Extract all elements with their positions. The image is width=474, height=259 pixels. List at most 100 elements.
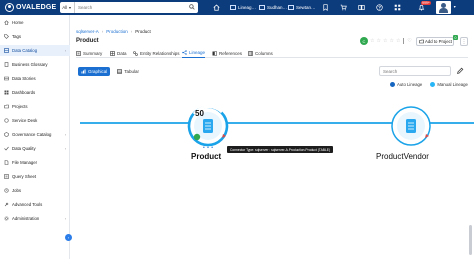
chevron-right-icon: ›	[64, 146, 66, 151]
sidebar-item-data-stories[interactable]: Data Stories	[0, 73, 70, 84]
star-icon[interactable]: ☆	[376, 38, 380, 44]
sidebar-item-label: Advanced Tools	[12, 202, 43, 207]
node-label-productvendor: ProductVendor	[376, 152, 429, 161]
tab-data[interactable]: Data	[110, 48, 127, 58]
certified-icon[interactable]: C	[360, 37, 368, 45]
open-tab-label: Sudhan…	[267, 5, 288, 10]
home-icon[interactable]	[213, 4, 220, 11]
sidebar-item-jobs[interactable]: Jobs	[0, 185, 70, 196]
service-desk-icon	[4, 118, 9, 123]
star-icon[interactable]: ☆	[370, 38, 374, 44]
node-more-dots[interactable]: • • •	[203, 145, 214, 151]
glossary-icon	[4, 62, 9, 67]
view-option-label: Graphical	[88, 69, 108, 74]
sidebar-item-home[interactable]: Home	[0, 17, 70, 28]
more-options-button[interactable]: ⋮	[460, 37, 468, 46]
chevron-right-icon: ›	[64, 216, 66, 221]
sidebar-item-tags[interactable]: Tags	[0, 31, 70, 42]
sidebar: Home Tags Data Catalog › Business Glossa…	[0, 15, 70, 259]
lineage-search-input[interactable]	[383, 68, 443, 74]
governance-icon	[4, 132, 9, 137]
sidebar-item-data-catalog[interactable]: Data Catalog ›	[0, 45, 70, 56]
tab-window-icon	[259, 5, 265, 10]
sidebar-item-label: Tags	[12, 34, 22, 39]
tab-columns[interactable]: Columns	[248, 48, 273, 58]
apps-grid-icon[interactable]	[394, 4, 401, 11]
open-tab-1[interactable]: Lineag…	[230, 3, 256, 12]
sidebar-item-label: Business Glossary	[12, 62, 48, 67]
global-search-input[interactable]	[75, 2, 187, 13]
tab-references[interactable]: References	[212, 48, 242, 58]
tab-lineage[interactable]: Lineage	[182, 48, 206, 58]
query-icon	[4, 174, 9, 179]
sidebar-item-label: Data Quality	[12, 146, 36, 151]
sidebar-item-service-desk[interactable]: Service Desk	[0, 115, 70, 126]
chevron-down-icon[interactable]: ▼	[453, 5, 456, 9]
graphical-view-button[interactable]: Graphical	[78, 67, 111, 76]
sidebar-item-advanced-tools[interactable]: Advanced Tools	[0, 199, 70, 210]
tools-icon	[4, 202, 9, 207]
logo-mark-icon	[5, 3, 14, 12]
catalog-icon	[4, 48, 9, 53]
sidebar-item-file-manager[interactable]: File Manager	[0, 157, 70, 168]
search-scope-select[interactable]: All ▼	[60, 2, 75, 13]
sidebar-item-administration[interactable]: Administration ›	[0, 213, 70, 224]
bell-icon[interactable]	[418, 4, 425, 11]
sidebar-item-label: Home	[12, 20, 24, 25]
lineage-node-productvendor[interactable]	[391, 106, 431, 146]
node-tooltip: Connector Type: sqlserver : sqlserver-A.…	[227, 146, 334, 153]
sidebar-item-label: Jobs	[12, 188, 22, 193]
star-icon[interactable]: ☆	[396, 38, 400, 44]
table-icon	[117, 69, 123, 74]
star-icon[interactable]: ☆	[383, 38, 387, 44]
tab-window-icon	[230, 5, 236, 10]
legend-label: Manual Lineage	[437, 82, 468, 87]
lineage-legend: Auto Lineage Manual Lineage	[390, 82, 468, 87]
help-icon[interactable]	[376, 4, 383, 11]
sidebar-item-business-glossary[interactable]: Business Glossary	[0, 59, 70, 70]
tag-icon	[4, 34, 9, 39]
tabular-view-button[interactable]: Tabular	[114, 67, 142, 76]
open-tab-2[interactable]: Sudhan…	[259, 3, 287, 12]
project-count-badge: 0	[453, 35, 458, 40]
tab-label: Columns	[255, 50, 273, 56]
sidebar-item-dashboards[interactable]: Dashboards	[0, 87, 70, 98]
heart-icon[interactable]: ♡	[407, 38, 411, 44]
user-avatar[interactable]	[436, 1, 451, 14]
vertical-scrollbar[interactable]	[469, 225, 472, 255]
lineage-icon	[182, 50, 187, 55]
tab-label: Lineage	[189, 50, 206, 55]
divider	[403, 38, 405, 44]
chevron-right-icon: ›	[64, 132, 66, 137]
open-tab-label: Sewtan…	[296, 5, 316, 10]
breadcrumb-item[interactable]: sqlserver-A	[76, 29, 99, 34]
app-logo[interactable]: OVALEDGE	[5, 3, 56, 12]
star-icon[interactable]: ☆	[389, 38, 393, 44]
sidebar-item-governance-catalog[interactable]: Governance Catalog ›	[0, 129, 70, 140]
open-tab-3[interactable]: Sewtan…	[288, 3, 316, 12]
logo-text: OVALEDGE	[16, 4, 57, 11]
view-option-label: Tabular	[124, 69, 140, 74]
sidebar-item-label: Governance Catalog	[12, 132, 52, 137]
node-column-count: 50	[195, 109, 204, 118]
tab-label: Entity Relationships	[140, 50, 180, 56]
bookmark-icon[interactable]	[322, 4, 329, 11]
add-to-project-button[interactable]: Add to Project 0	[416, 35, 458, 46]
references-icon	[212, 50, 217, 56]
breadcrumb-separator: ›	[101, 29, 104, 34]
compare-icon[interactable]	[358, 4, 365, 11]
page-title: Product	[76, 38, 99, 44]
node-label-product: Product	[191, 152, 222, 161]
pencil-icon[interactable]	[456, 67, 464, 75]
search-icon[interactable]	[189, 4, 195, 10]
tab-entity-relationships[interactable]: Entity Relationships	[133, 48, 180, 58]
project-folder-icon	[419, 39, 424, 44]
sidebar-item-data-quality[interactable]: Data Quality ›	[0, 143, 70, 154]
breadcrumb-item[interactable]: Production	[106, 29, 128, 34]
sidebar-item-projects[interactable]: Projects	[0, 101, 70, 112]
tab-summary[interactable]: Summary	[76, 48, 102, 58]
cart-icon[interactable]	[340, 4, 347, 11]
lineage-canvas[interactable]	[70, 90, 474, 259]
data-icon	[110, 50, 115, 56]
sidebar-item-query-sheet[interactable]: Query Sheet	[0, 171, 70, 182]
